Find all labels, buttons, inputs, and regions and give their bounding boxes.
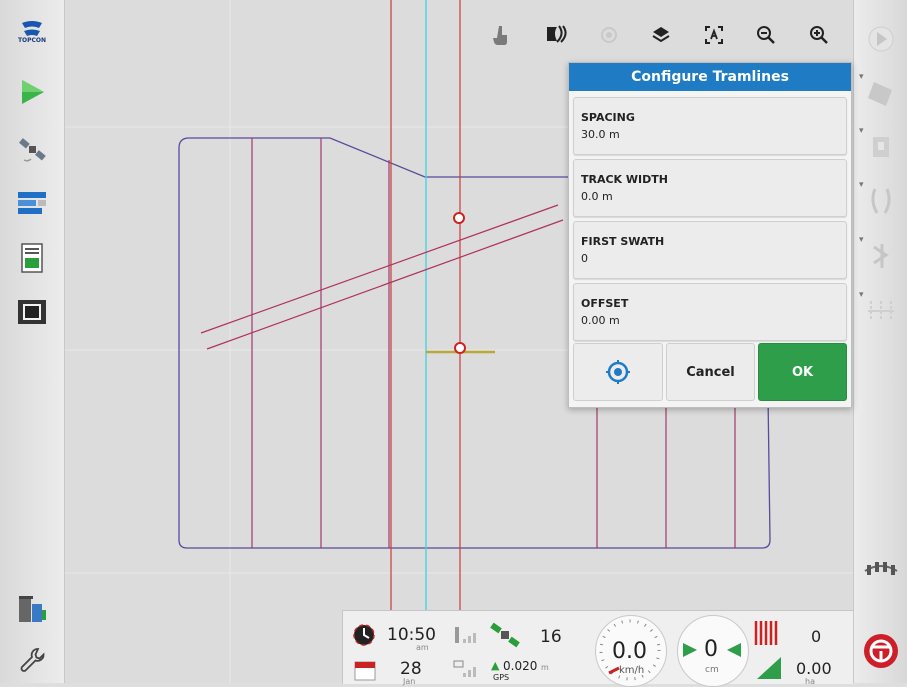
cancel-button[interactable]: Cancel: [666, 343, 755, 401]
sections-count: 0: [811, 627, 822, 646]
area-unit: ha: [805, 677, 815, 686]
satellite-count: 16: [540, 627, 562, 647]
guidance-icon[interactable]: ▾: [859, 180, 902, 222]
tramline-tool-icon[interactable]: ▾: [859, 290, 902, 332]
date-month: Jan: [403, 677, 416, 686]
zoom-in-icon[interactable]: [808, 24, 838, 54]
point-a-marker: [453, 212, 465, 224]
logo-text: TOPCON: [17, 37, 47, 44]
offset-label: OFFSET: [581, 297, 629, 310]
steering-wheel-icon[interactable]: [860, 630, 902, 672]
target-icon[interactable]: [598, 24, 628, 54]
target-icon: [606, 360, 630, 384]
film-icon[interactable]: [12, 292, 52, 332]
bins-icon[interactable]: [12, 590, 52, 630]
speed-unit: km/h: [619, 665, 645, 676]
cross-track-value: 0: [704, 637, 718, 662]
left-toolbar: TOPCON: [0, 0, 65, 683]
offset-value: 0.00 m: [581, 314, 620, 327]
hand-icon[interactable]: [492, 24, 522, 54]
extent-icon[interactable]: [703, 24, 733, 54]
time-value: 10:50: [387, 625, 436, 645]
swath-icon[interactable]: [545, 24, 575, 54]
implement-bars-icon[interactable]: [12, 183, 52, 223]
locate-button[interactable]: [573, 343, 663, 401]
dialog-title: Configure Tramlines: [569, 63, 851, 91]
sections-bars-icon: [754, 621, 778, 645]
track-width-label: TRACK WIDTH: [581, 173, 668, 186]
date-day: 28: [400, 659, 422, 679]
gps-label: GPS: [493, 673, 510, 682]
accuracy-arrow-icon: ▲: [491, 659, 500, 672]
document-icon[interactable]: [12, 238, 52, 278]
area-triangle-icon: [757, 657, 781, 679]
calendar-icon: [354, 661, 376, 681]
track-width-field[interactable]: TRACK WIDTH 0.0 m: [573, 159, 847, 217]
sections-icon[interactable]: [860, 547, 902, 589]
accuracy-unit: m: [541, 663, 549, 672]
first-swath-field[interactable]: FIRST SWATH 0: [573, 221, 847, 279]
area-value: 0.00: [796, 659, 832, 678]
expand-panel-icon[interactable]: [860, 18, 902, 60]
vehicle-marker: [454, 342, 466, 354]
spacing-label: SPACING: [581, 111, 635, 124]
flag-icon[interactable]: ▾: [859, 126, 902, 168]
ok-button[interactable]: OK: [758, 343, 847, 401]
layers-icon[interactable]: [650, 24, 680, 54]
topcon-logo-icon[interactable]: TOPCON: [12, 10, 52, 50]
speed-value: 0.0: [612, 639, 647, 664]
satellite-icon: [490, 622, 520, 648]
time-suffix: am: [416, 643, 429, 652]
signal-icon: [455, 627, 476, 643]
status-bar: 10:50 am 28 Jan 16 ▲ 0.020 m GPS 0.0 km/…: [342, 610, 853, 687]
spacing-field[interactable]: SPACING 30.0 m: [573, 97, 847, 155]
first-swath-label: FIRST SWATH: [581, 235, 665, 248]
wrench-icon[interactable]: [12, 640, 52, 680]
modem-signal-icon: [453, 660, 476, 677]
configure-tramlines-dialog: Configure Tramlines SPACING 30.0 m TRACK…: [568, 62, 852, 408]
play-arrow-icon[interactable]: [12, 72, 52, 112]
offset-field[interactable]: OFFSET 0.00 m: [573, 283, 847, 341]
clock-icon: [353, 624, 375, 646]
eraser-icon[interactable]: ▾: [859, 72, 902, 114]
track-width-value: 0.0 m: [581, 190, 613, 203]
spacing-value: 30.0 m: [581, 128, 620, 141]
zoom-out-icon[interactable]: [755, 24, 785, 54]
right-toolbar: ▾ ▾ ▾ ▾ ▾: [853, 0, 907, 683]
accuracy-value: 0.020: [503, 659, 538, 673]
cross-track-unit: cm: [705, 665, 719, 675]
first-swath-value: 0: [581, 252, 588, 265]
satellite-icon[interactable]: [12, 130, 52, 170]
pivot-icon[interactable]: ▾: [859, 235, 902, 277]
